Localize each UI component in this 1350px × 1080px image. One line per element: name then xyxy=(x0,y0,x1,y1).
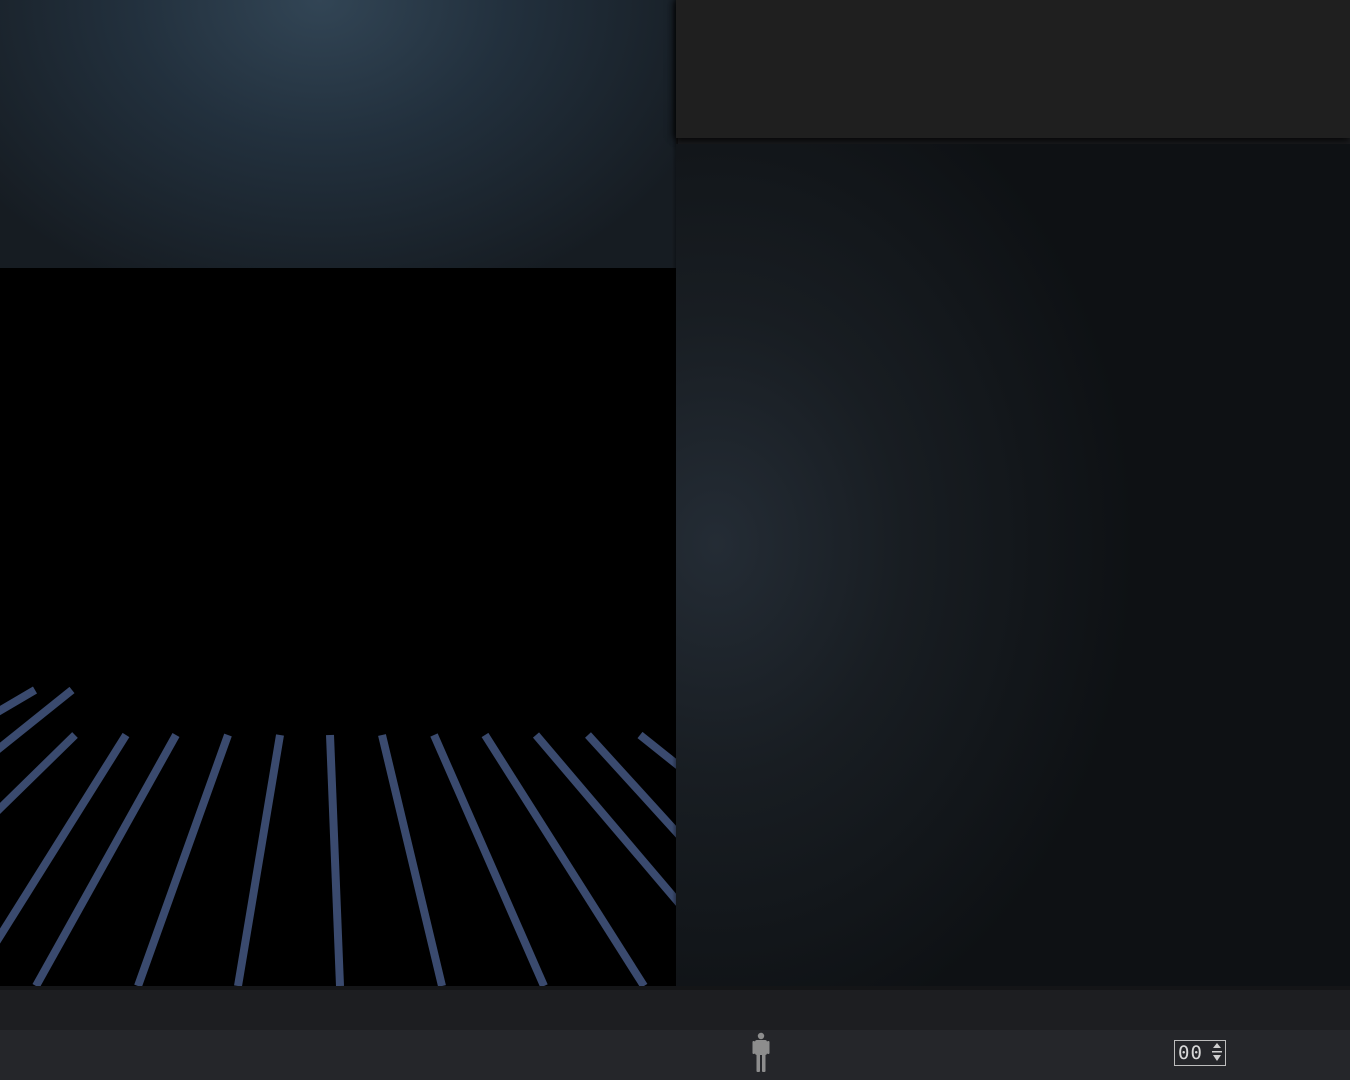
status-bar xyxy=(0,1030,1350,1080)
floor-line xyxy=(326,734,344,987)
side-panel xyxy=(676,144,1350,990)
counter-value: 00 xyxy=(1178,1042,1203,1064)
scene-panel xyxy=(0,0,676,990)
info-header-panel xyxy=(676,0,1350,138)
stepper-arrows-icon[interactable] xyxy=(1211,1042,1223,1064)
counter-display[interactable]: 00 xyxy=(1174,1040,1226,1066)
floor-line xyxy=(378,734,446,987)
floor-line xyxy=(430,733,548,988)
game-screen: 00 xyxy=(0,0,1350,1080)
bottom-strip xyxy=(0,986,1350,1034)
floor-line xyxy=(0,732,78,815)
floor-line xyxy=(234,734,284,987)
floor-grid xyxy=(0,686,676,989)
floor-line xyxy=(532,732,676,906)
person-icon[interactable] xyxy=(750,1032,772,1074)
floor-line xyxy=(637,731,676,769)
